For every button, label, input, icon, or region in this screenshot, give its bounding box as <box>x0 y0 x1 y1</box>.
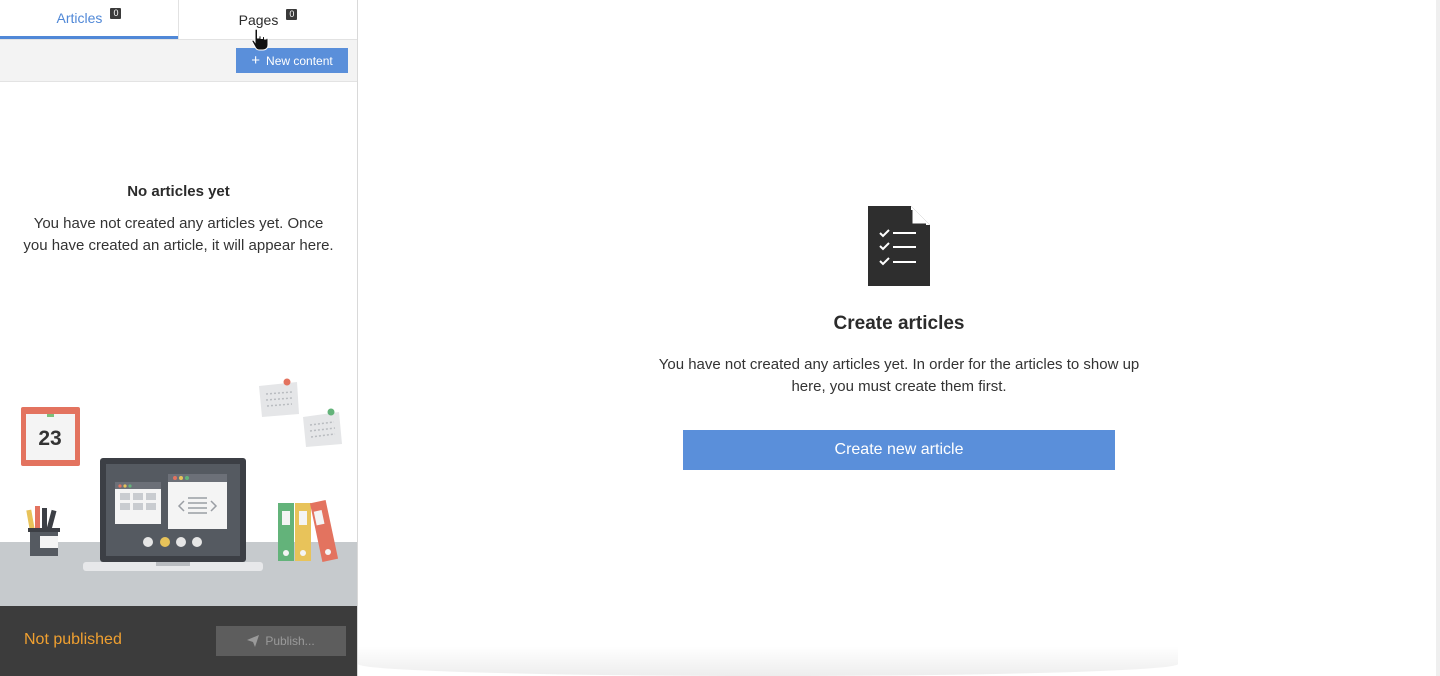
sticky-note-icon <box>303 408 342 447</box>
create-new-article-button[interactable]: Create new article <box>683 430 1115 470</box>
calendar-icon: 23 <box>21 407 80 466</box>
tab-pages-label: Pages <box>238 11 279 28</box>
main-title: Create articles <box>833 313 965 334</box>
paper-plane-icon <box>247 635 260 647</box>
publish-button[interactable]: Publish... <box>216 626 346 656</box>
tab-pages-count-badge: 0 <box>286 9 298 20</box>
laptop-icon <box>83 458 263 571</box>
content-tabs: Articles 0 Pages 0 <box>0 0 357 40</box>
publish-status: Not published <box>24 631 122 648</box>
window-edge <box>1436 0 1440 676</box>
empty-state-text: You have not created any articles yet. O… <box>23 215 334 254</box>
empty-state-title: No articles yet <box>127 183 230 200</box>
tab-articles-count-badge: 0 <box>110 7 122 19</box>
publish-label: Publish... <box>265 634 315 648</box>
calendar-day: 23 <box>38 427 61 450</box>
tab-articles-label: Articles <box>56 10 103 26</box>
tab-articles[interactable]: Articles 0 <box>0 0 178 39</box>
desk-illustration: 23 <box>0 378 357 606</box>
plus-icon: + <box>251 52 261 69</box>
binders-icon <box>278 499 339 563</box>
new-content-label: New content <box>266 53 333 68</box>
hand-pointer-cursor-icon <box>251 28 269 51</box>
pencil-cup-icon <box>26 506 60 556</box>
document-checklist-icon <box>868 206 930 286</box>
panel-shadow <box>358 646 1178 676</box>
sticky-note-icon <box>259 378 299 417</box>
sidebar-toolbar: + New content <box>0 40 357 82</box>
sidebar: Articles 0 Pages 0 + New content No arti… <box>0 0 358 676</box>
main-description: You have not created any articles yet. I… <box>658 356 1140 395</box>
